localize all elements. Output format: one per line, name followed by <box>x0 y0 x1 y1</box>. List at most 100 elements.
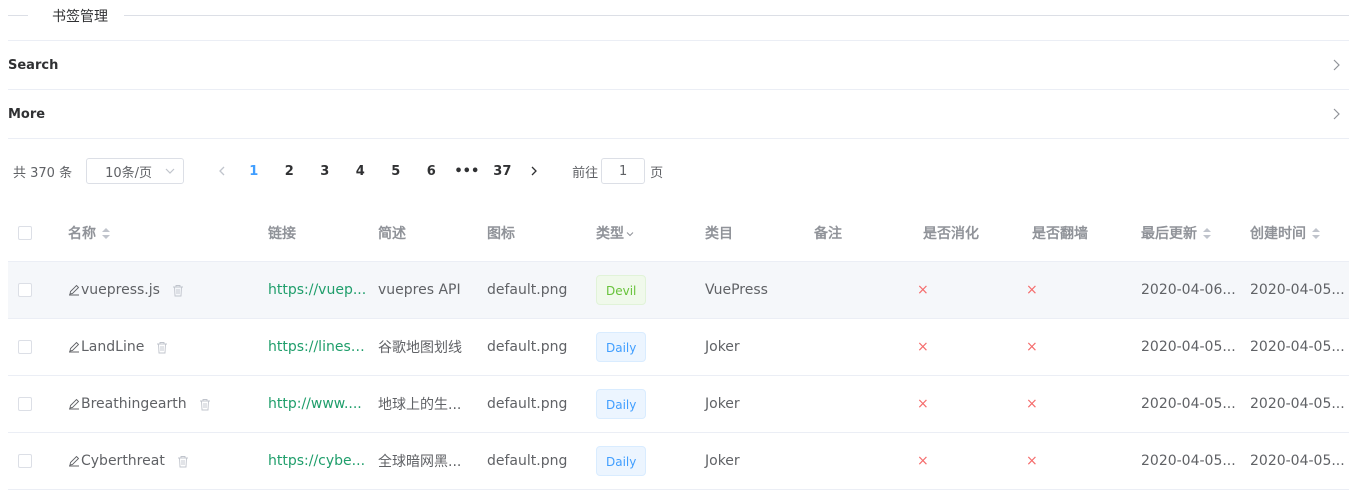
chevron-right-icon <box>1333 59 1340 71</box>
type-tag: Devil <box>596 275 647 305</box>
row-name[interactable]: Cyberthreat <box>81 453 165 469</box>
digested-status: × <box>917 396 929 412</box>
header-created: 创建时间 <box>1250 225 1306 242</box>
collapse-panel: Search More <box>8 40 1349 139</box>
row-name[interactable]: LandLine <box>81 339 144 355</box>
page-1[interactable]: 1 <box>236 164 272 179</box>
type-tag: Daily <box>596 446 647 476</box>
filter-caret-icon[interactable] <box>626 230 634 238</box>
page-2[interactable]: 2 <box>272 164 308 179</box>
row-desc: 全球暗网黑... <box>378 454 462 470</box>
collapse-more[interactable]: More <box>8 90 1349 139</box>
row-icon: default.png <box>487 282 568 298</box>
header-category: 类目 <box>705 225 733 242</box>
row-updated: 2020-04-05... <box>1141 396 1236 412</box>
table-row[interactable]: Cyberthreat https://cybe... 全球暗网黑... def… <box>8 432 1349 490</box>
collapse-search[interactable]: Search <box>8 41 1349 90</box>
header-digested: 是否消化 <box>923 225 979 242</box>
table-row[interactable]: vuepress.js https://vuep... vuepres API … <box>8 261 1349 319</box>
chevron-right-icon <box>531 166 537 176</box>
table-row[interactable]: LandLine https://lines.... 谷歌地图划线 defaul… <box>8 318 1349 376</box>
trash-icon[interactable] <box>156 341 169 354</box>
row-link[interactable]: https://lines.... <box>258 339 368 355</box>
edit-icon[interactable] <box>68 455 80 467</box>
select-all-checkbox[interactable] <box>18 225 32 240</box>
type-tag: Daily <box>596 389 647 419</box>
vpn-status: × <box>1026 339 1038 355</box>
row-created: 2020-04-05... <box>1250 453 1345 469</box>
goto-label: 前往 <box>572 165 599 181</box>
row-name[interactable]: Breathingearth <box>81 396 187 412</box>
page-4[interactable]: 4 <box>343 164 379 179</box>
row-icon: default.png <box>487 396 568 412</box>
row-icon: default.png <box>487 339 568 355</box>
row-desc: vuepres API <box>378 282 461 298</box>
collapse-search-label: Search <box>8 57 59 73</box>
table-row[interactable]: Breathingearth http://www.... 地球上的生... d… <box>8 375 1349 433</box>
row-category: Joker <box>705 396 740 412</box>
row-category: Joker <box>705 453 740 469</box>
type-tag: Daily <box>596 332 647 362</box>
page-37[interactable]: 37 <box>485 164 521 179</box>
row-checkbox[interactable] <box>18 397 32 411</box>
section-title: 书签管理 <box>48 6 112 26</box>
page-ellipsis[interactable]: ••• <box>449 164 485 179</box>
row-category: VuePress <box>705 282 768 298</box>
row-created: 2020-04-05... <box>1250 396 1345 412</box>
pagination-total: 共 370 条 <box>13 165 73 181</box>
sort-icon[interactable] <box>1312 227 1320 240</box>
row-link[interactable]: http://www.... <box>258 396 368 412</box>
edit-icon[interactable] <box>68 398 80 410</box>
header-icon: 图标 <box>487 225 515 242</box>
bookmark-table: 名称 链接 简述 图标 类型 类目 备注 是否消化 是否翻墙 最后更新 创建时间… <box>8 204 1349 490</box>
row-link[interactable]: https://vuep... <box>258 282 368 298</box>
header-vpn: 是否翻墙 <box>1032 225 1088 242</box>
edit-icon[interactable] <box>68 341 80 353</box>
next-page-button[interactable] <box>520 157 548 185</box>
digested-status: × <box>917 339 929 355</box>
row-desc: 地球上的生... <box>378 397 462 413</box>
pagination: 共 370 条 10条/页 1 2 3 4 5 6 ••• 37 前往 1 页 <box>8 156 663 186</box>
header-desc: 简述 <box>378 225 406 242</box>
row-icon: default.png <box>487 453 568 469</box>
chevron-left-icon <box>219 166 225 176</box>
row-name[interactable]: vuepress.js <box>81 282 160 298</box>
row-link[interactable]: https://cybe... <box>258 453 368 469</box>
digested-status: × <box>917 453 929 469</box>
header-name: 名称 <box>68 225 96 242</box>
row-created: 2020-04-05... <box>1250 282 1345 298</box>
trash-icon[interactable] <box>177 455 190 468</box>
row-updated: 2020-04-05... <box>1141 339 1236 355</box>
page-size-select[interactable]: 10条/页 <box>86 158 185 184</box>
vpn-status: × <box>1026 396 1038 412</box>
row-updated: 2020-04-05... <box>1141 453 1236 469</box>
chevron-right-icon <box>1333 108 1340 120</box>
section-divider: 书签管理 <box>8 0 1349 30</box>
prev-page-button[interactable] <box>208 157 236 185</box>
row-checkbox[interactable] <box>18 283 32 297</box>
trash-icon[interactable] <box>172 284 185 297</box>
vpn-status: × <box>1026 282 1038 298</box>
page-3[interactable]: 3 <box>307 164 343 179</box>
sort-icon[interactable] <box>1203 227 1211 240</box>
goto-page-input[interactable]: 1 <box>601 158 646 184</box>
header-link: 链接 <box>268 225 296 242</box>
trash-icon[interactable] <box>199 398 212 411</box>
row-checkbox[interactable] <box>18 340 32 354</box>
row-category: Joker <box>705 339 740 355</box>
digested-status: × <box>917 282 929 298</box>
header-note: 备注 <box>814 225 842 242</box>
page-size-value: 10条/页 <box>105 165 153 181</box>
header-type: 类型 <box>596 225 624 242</box>
row-desc: 谷歌地图划线 <box>378 340 462 356</box>
chevron-down-icon <box>165 168 175 174</box>
table-header-row: 名称 链接 简述 图标 类型 类目 备注 是否消化 是否翻墙 最后更新 创建时间 <box>8 204 1349 262</box>
page-5[interactable]: 5 <box>378 164 414 179</box>
row-checkbox[interactable] <box>18 454 32 468</box>
row-updated: 2020-04-06... <box>1141 282 1236 298</box>
vpn-status: × <box>1026 453 1038 469</box>
page-6[interactable]: 6 <box>414 164 450 179</box>
edit-icon[interactable] <box>68 284 80 296</box>
row-created: 2020-04-05... <box>1250 339 1345 355</box>
sort-icon[interactable] <box>102 227 110 240</box>
